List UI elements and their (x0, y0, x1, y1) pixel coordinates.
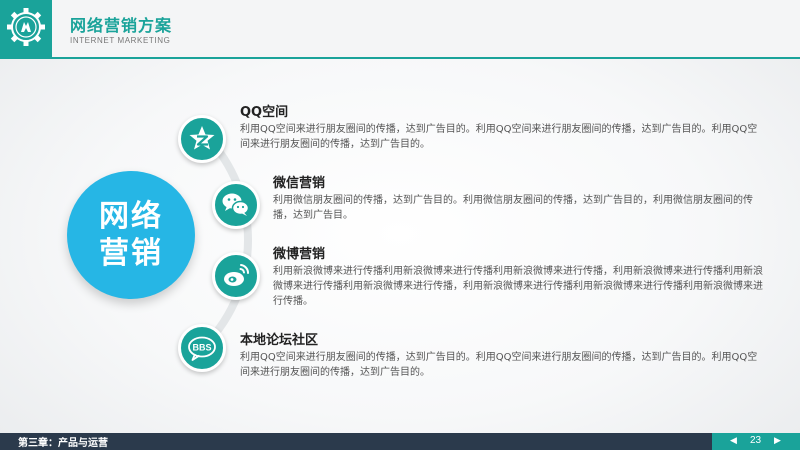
item-title-qzone: QQ空间 (240, 105, 289, 120)
qzone-icon-badge (178, 115, 226, 163)
gear-emblem-icon (7, 8, 45, 46)
qzone-star-icon (189, 126, 215, 150)
bbs-icon-badge: BBS (178, 324, 226, 372)
triangle-left-icon[interactable]: ◀ (730, 436, 737, 446)
item-desc-qzone: 利用QQ空间来进行朋友圈间的传播，达到广告目的。利用QQ空间来进行朋友圈间的传播… (240, 124, 758, 150)
header-divider (0, 57, 800, 59)
center-topic-line1: 网络 (99, 199, 163, 234)
item-title-bbs: 本地论坛社区 (240, 333, 319, 348)
weibo-icon-badge (212, 252, 260, 300)
bbs-bubble-icon: BBS (188, 336, 216, 361)
item-title-weibo: 微博营销 (273, 247, 326, 262)
chapter-label: 第三章：产品与运营 (18, 438, 108, 449)
wechat-icon-badge (212, 181, 260, 229)
weibo-icon (224, 264, 250, 286)
page-subtitle: INTERNET MARKETING (70, 36, 171, 45)
item-title-wechat: 微信营销 (273, 176, 326, 191)
center-topic-line2: 营销 (99, 236, 163, 271)
triangle-right-icon[interactable]: ▶ (774, 436, 781, 446)
item-desc-weibo: 利用新浪微博来进行传播利用新浪微博来进行传播利用新浪微博来进行传播，利用新浪微博… (273, 266, 763, 307)
page-title: 网络营销方案 (70, 16, 173, 35)
wechat-icon (222, 193, 250, 216)
page-number: 23 (750, 435, 762, 446)
center-topic-circle: 网络 营销 (67, 171, 195, 299)
page-navigator: ◀ 23 ▶ (712, 433, 800, 450)
item-desc-wechat: 利用微信朋友圈间的传播，达到广告目的。利用微信朋友圈间的传播，达到广告目的，利用… (273, 195, 753, 221)
logo-block (0, 0, 52, 57)
bbs-icon-label: BBS (192, 343, 211, 353)
item-desc-bbs: 利用QQ空间来进行朋友圈间的传播，达到广告目的。利用QQ空间来进行朋友圈间的传播… (240, 352, 758, 378)
slide-footer: 第三章：产品与运营 ◀ 23 ▶ (0, 433, 800, 450)
slide-header: 网络营销方案 INTERNET MARKETING (0, 0, 800, 57)
